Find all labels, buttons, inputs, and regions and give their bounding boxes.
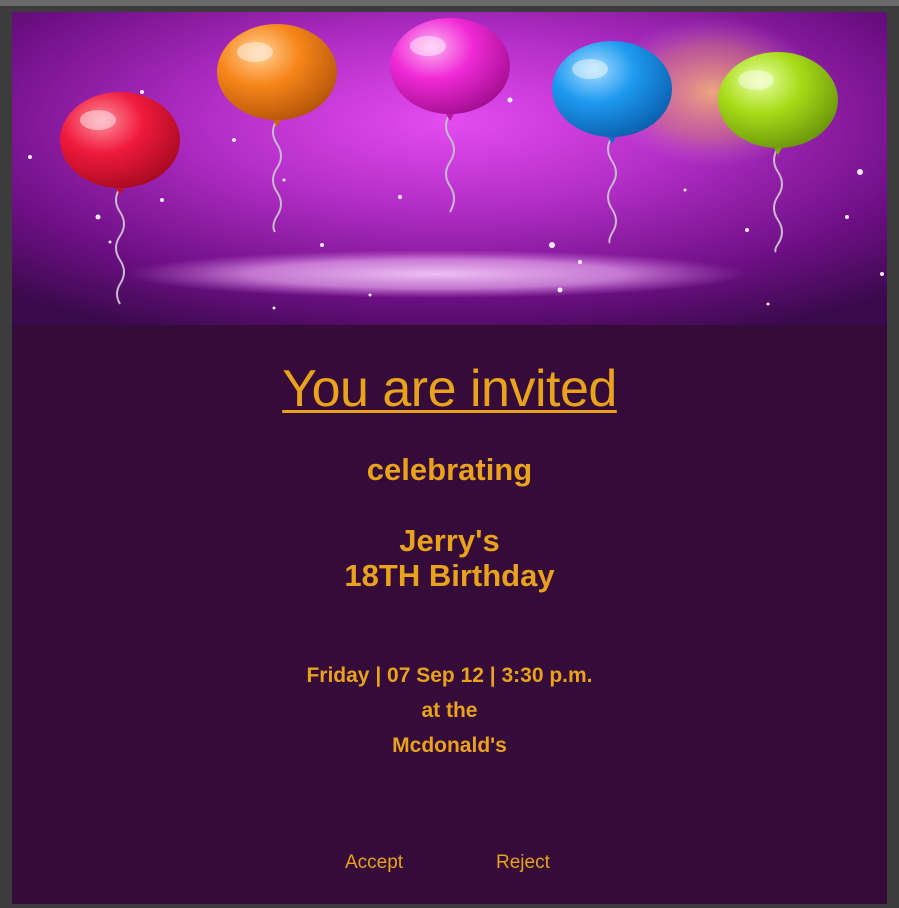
window-frame: You are invited celebrating Jerry's 18TH… <box>0 0 899 908</box>
event-datetime: Friday | 07 Sep 12 | 3:30 p.m. <box>306 664 593 687</box>
honoree-name: Jerry's <box>399 523 500 558</box>
invitation-heading: You are invited <box>282 360 617 418</box>
invitation-subheading: celebrating <box>366 452 533 487</box>
accept-button[interactable]: Accept <box>345 850 403 876</box>
rsvp-actions: Accept Reject <box>12 850 887 880</box>
balloons-illustration-icon <box>12 12 887 325</box>
occasion-title: 18TH Birthday <box>344 558 555 593</box>
venue-name: Mcdonald's <box>392 734 507 757</box>
window-top-bar <box>0 0 899 6</box>
invitation-card: You are invited celebrating Jerry's 18TH… <box>12 12 887 904</box>
balloons-banner <box>12 12 887 325</box>
venue-prefix: at the <box>421 699 478 722</box>
reject-button[interactable]: Reject <box>496 850 550 876</box>
